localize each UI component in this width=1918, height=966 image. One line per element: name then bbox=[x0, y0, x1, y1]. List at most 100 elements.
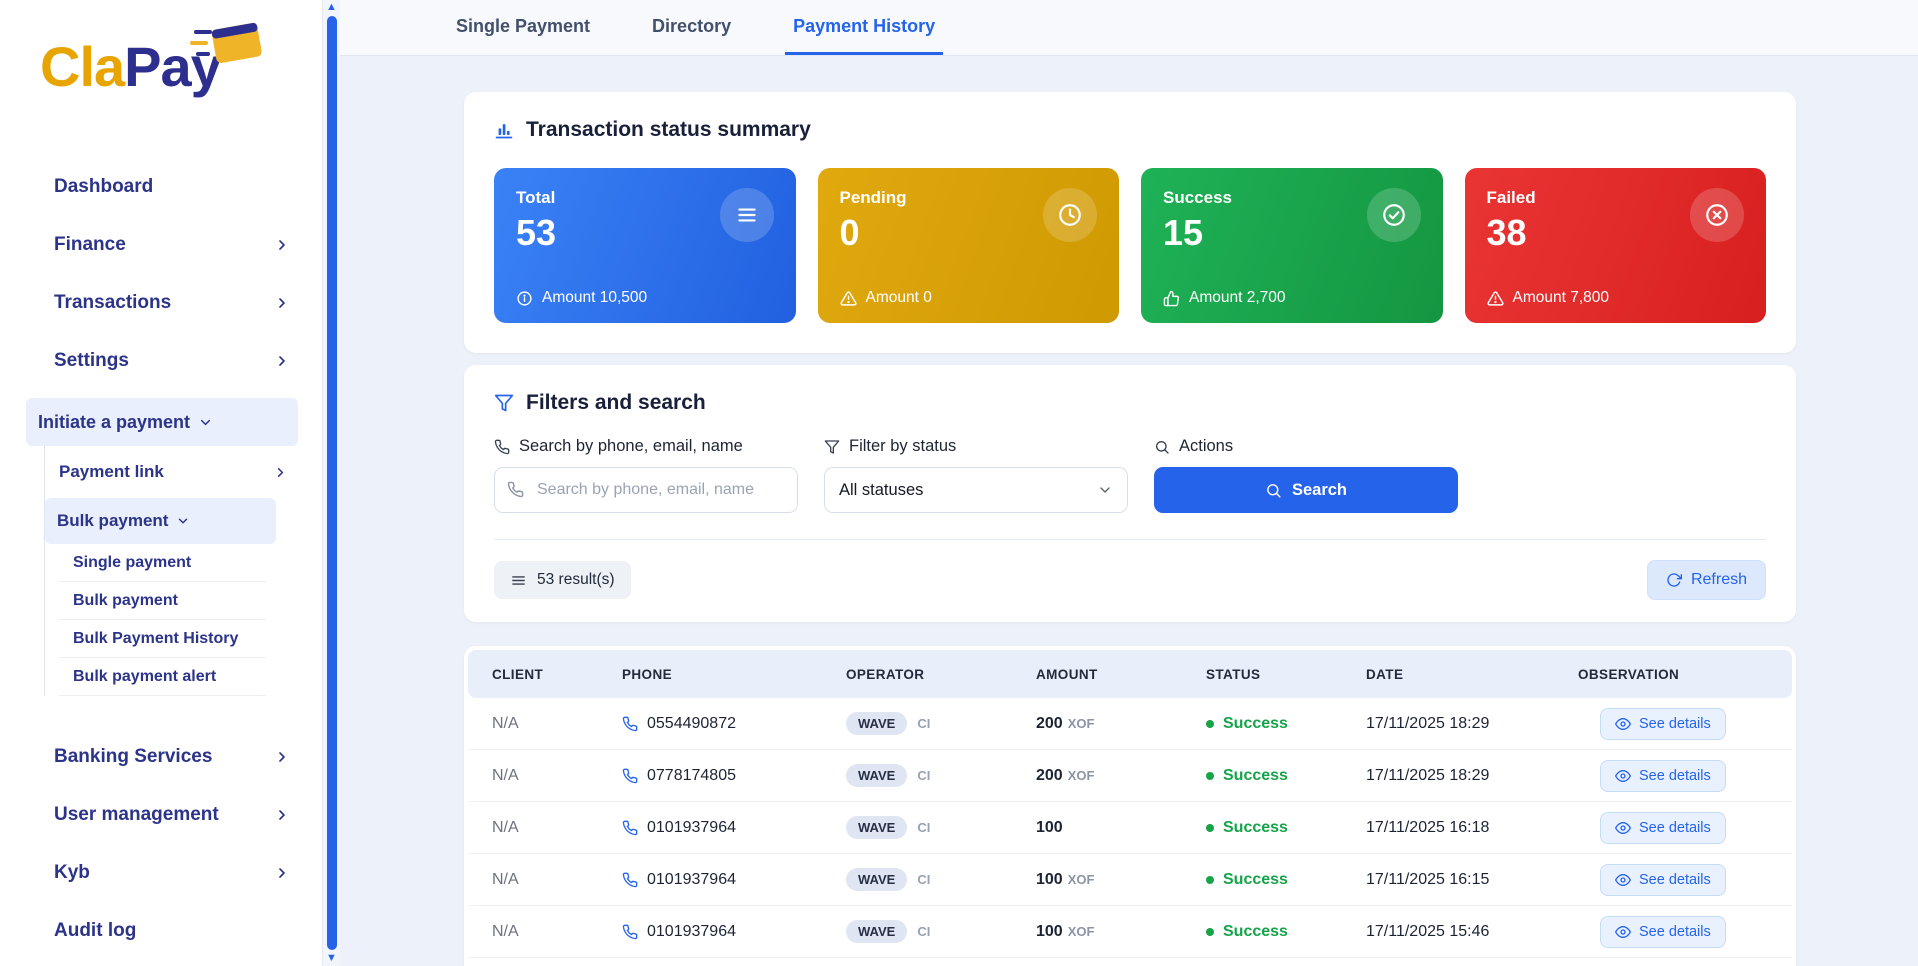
clock-icon bbox=[1043, 188, 1097, 242]
sidebar-item-transactions[interactable]: Transactions bbox=[0, 274, 322, 332]
filters-title: Filters and search bbox=[526, 391, 706, 415]
sidebar-item-settings[interactable]: Settings bbox=[0, 332, 322, 390]
see-details-label: See details bbox=[1639, 872, 1711, 888]
status-text: Success bbox=[1223, 715, 1288, 733]
tab-bar: Single Payment Directory Payment History bbox=[340, 0, 1918, 56]
see-details-button[interactable]: See details bbox=[1600, 760, 1726, 792]
stat-label: Failed bbox=[1487, 188, 1536, 208]
status-dot bbox=[1206, 772, 1214, 780]
sidebar-item-label: Bulk payment bbox=[73, 592, 178, 610]
cell-date: 17/11/2025 18:29 bbox=[1366, 767, 1578, 785]
info-icon bbox=[516, 290, 533, 307]
column-header-observation: OBSERVATION bbox=[1578, 667, 1768, 682]
sidebar-item-initiate-a-payment[interactable]: Initiate a payment bbox=[26, 398, 298, 446]
phone-number: 0101937964 bbox=[647, 871, 736, 889]
see-details-button[interactable]: See details bbox=[1600, 812, 1726, 844]
search-label: Search by phone, email, name bbox=[519, 437, 743, 456]
list-icon bbox=[720, 188, 774, 242]
check-circle-icon bbox=[1367, 188, 1421, 242]
see-details-button[interactable]: See details bbox=[1600, 708, 1726, 740]
stat-value: 53 bbox=[516, 212, 556, 254]
status-dot bbox=[1206, 928, 1214, 936]
cell-observation: See details bbox=[1578, 864, 1768, 896]
sidebar-item-payment-link[interactable]: Payment link bbox=[45, 446, 322, 498]
see-details-label: See details bbox=[1639, 716, 1711, 732]
tab-single-payment[interactable]: Single Payment bbox=[448, 0, 598, 55]
tab-label: Directory bbox=[652, 16, 731, 37]
scrollbar-thumb[interactable] bbox=[327, 16, 337, 950]
sidebar-item-label: Banking Services bbox=[54, 746, 212, 768]
cell-status: Success bbox=[1206, 715, 1366, 733]
see-details-button[interactable]: See details bbox=[1600, 864, 1726, 896]
status-text: Success bbox=[1223, 767, 1288, 785]
sidebar-item-bulk-payment[interactable]: Bulk payment bbox=[59, 582, 266, 620]
warning-icon bbox=[1487, 290, 1504, 307]
currency-code: XOF bbox=[1068, 716, 1095, 731]
eye-icon bbox=[1615, 716, 1631, 732]
funnel-icon bbox=[824, 439, 840, 455]
tab-directory[interactable]: Directory bbox=[644, 0, 739, 55]
amount-value: 100 bbox=[1036, 923, 1063, 940]
bar-chart-icon bbox=[494, 120, 514, 140]
refresh-button[interactable]: Refresh bbox=[1647, 560, 1766, 600]
status-dot bbox=[1206, 876, 1214, 884]
sidebar-item-audit-log[interactable]: Audit log bbox=[0, 902, 322, 960]
chevron-right-icon bbox=[274, 295, 290, 311]
stat-amount-text: Amount 10,500 bbox=[542, 289, 647, 307]
column-header-phone: PHONE bbox=[622, 667, 846, 682]
cell-date: 17/11/2025 16:18 bbox=[1366, 819, 1578, 837]
search-icon bbox=[1265, 482, 1282, 499]
scroll-down-icon[interactable]: ▼ bbox=[326, 952, 337, 965]
cell-observation: See details bbox=[1578, 708, 1768, 740]
phone-icon bbox=[494, 439, 510, 455]
funnel-icon bbox=[494, 393, 514, 413]
stat-grid: Total 53 Amount 10,500 bbox=[494, 168, 1766, 323]
results-row: 53 result(s) Refresh bbox=[494, 560, 1766, 600]
chevron-down-icon bbox=[198, 415, 213, 430]
sidebar-item-bulk-payment-alert[interactable]: Bulk payment alert bbox=[59, 658, 266, 696]
sidebar-item-label: Dashboard bbox=[54, 176, 153, 198]
amount-value: 100 bbox=[1036, 871, 1063, 888]
cell-phone: 0554490872 bbox=[622, 715, 846, 733]
actions-column: Actions Search bbox=[1154, 437, 1458, 513]
tab-payment-history[interactable]: Payment History bbox=[785, 0, 943, 55]
cell-status: Success bbox=[1206, 923, 1366, 941]
cell-status: Success bbox=[1206, 819, 1366, 837]
app-root: ClaPay Dashboard Finance Transactions Se… bbox=[0, 0, 1918, 966]
status-dot bbox=[1206, 720, 1214, 728]
vertical-scrollbar[interactable]: ▲ ▼ bbox=[322, 0, 340, 966]
see-details-button[interactable]: See details bbox=[1600, 916, 1726, 948]
table-row: N/A 0101937964 WAVECI 100XOF Success 17/… bbox=[468, 854, 1792, 906]
warning-icon bbox=[840, 290, 857, 307]
currency-code: XOF bbox=[1068, 768, 1095, 783]
currency-code: XOF bbox=[1068, 924, 1095, 939]
brand-logo: ClaPay bbox=[0, 0, 322, 150]
sidebar-item-dashboard[interactable]: Dashboard bbox=[0, 158, 322, 216]
sidebar-item-banking-services[interactable]: Banking Services bbox=[0, 728, 322, 786]
search-button[interactable]: Search bbox=[1154, 467, 1458, 513]
sidebar-item-bulk-payment-history[interactable]: Bulk Payment History bbox=[59, 620, 266, 658]
phone-icon bbox=[507, 481, 524, 498]
search-input[interactable] bbox=[494, 467, 798, 513]
cell-observation: See details bbox=[1578, 760, 1768, 792]
sidebar-item-bulk-payment-group[interactable]: Bulk payment bbox=[45, 498, 276, 544]
sidebar-item-kyb[interactable]: Kyb bbox=[0, 844, 322, 902]
sidebar-item-finance[interactable]: Finance bbox=[0, 216, 322, 274]
search-column: Search by phone, email, name bbox=[494, 437, 798, 513]
sidebar-submenu-initiate: Payment link Bulk payment Single payment… bbox=[44, 446, 322, 696]
phone-number: 0554490872 bbox=[647, 715, 736, 733]
sidebar-item-user-management[interactable]: User management bbox=[0, 786, 322, 844]
status-select[interactable]: All statuses bbox=[824, 467, 1128, 513]
see-details-label: See details bbox=[1639, 924, 1711, 940]
sidebar-item-label: Payment link bbox=[59, 462, 164, 482]
phone-icon bbox=[622, 820, 638, 836]
brand-name: ClaPay bbox=[40, 34, 322, 99]
cell-date: 17/11/2025 18:29 bbox=[1366, 715, 1578, 733]
sidebar: ClaPay Dashboard Finance Transactions Se… bbox=[0, 0, 322, 966]
eye-icon bbox=[1615, 924, 1631, 940]
scroll-up-icon[interactable]: ▲ bbox=[326, 1, 337, 14]
status-label-row: Filter by status bbox=[824, 437, 1128, 456]
search-icon bbox=[1154, 439, 1170, 455]
cell-amount: 100XOF bbox=[1036, 871, 1206, 889]
sidebar-item-single-payment[interactable]: Single payment bbox=[59, 544, 266, 582]
